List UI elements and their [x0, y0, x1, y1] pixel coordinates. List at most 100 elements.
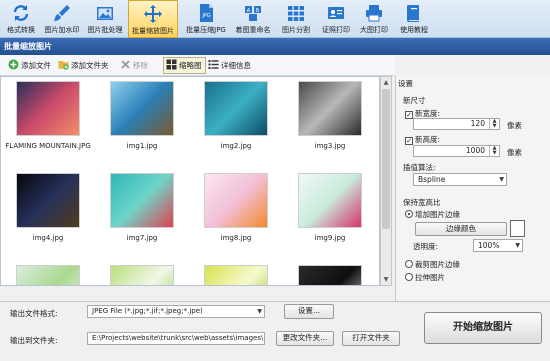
ribbon-label: 图片分割 — [282, 26, 310, 34]
new-width-input[interactable]: 120 ▲ ▼ — [413, 118, 500, 130]
add-file-button[interactable]: 添加文件 — [8, 58, 51, 73]
checkbox-checked-icon: ✓ — [405, 111, 413, 119]
ribbon-label: 证照打印 — [322, 26, 350, 34]
ribbon-batch-resize[interactable]: 批量缩放图片 — [128, 0, 178, 38]
remove-icon — [121, 60, 130, 69]
thumbnail-view-button[interactable]: 缩略图 — [163, 57, 206, 74]
thumbnail-caption: img8.jpg — [220, 234, 252, 242]
scrollbar-thumb[interactable] — [382, 89, 390, 229]
output-format-select[interactable]: JPEG File (*.jpg;*.jif;*.jpeg;*.jpe) ▼ — [87, 305, 265, 318]
id-card-icon — [328, 7, 344, 19]
ribbon-large-print[interactable]: 大图打印 — [356, 0, 392, 38]
add-file-label: 添加文件 — [21, 61, 51, 70]
thumbnail-item[interactable]: img8.jpg — [191, 173, 281, 242]
ribbon-label: 格式转换 — [7, 26, 35, 34]
ribbon-split[interactable]: 图片分割 — [276, 0, 316, 38]
scroll-down-icon[interactable]: ▼ — [382, 275, 390, 284]
ribbon-tutorial[interactable]: 使用教程 — [394, 0, 434, 38]
interp-select[interactable]: Bspline ▼ — [413, 173, 507, 186]
thumbnail-image — [16, 173, 80, 228]
brush-icon — [54, 5, 70, 21]
open-folder-button[interactable]: 打开文件夹 — [342, 331, 400, 346]
ribbon-toolbar: 格式转换 图片加水印 图片批处理 批量缩放图片 JPG 批量压缩JPG AB 着… — [0, 0, 550, 38]
transparency-select[interactable]: 100% ▼ — [473, 239, 523, 252]
thumbnail-item[interactable] — [191, 265, 281, 285]
border-color-button[interactable]: 边缘颜色 — [415, 222, 507, 236]
spinner-icon[interactable]: ▲ ▼ — [489, 146, 499, 156]
chevron-down-icon: ▼ — [257, 308, 262, 315]
ribbon-compress-jpg[interactable]: JPG 批量压缩JPG — [182, 0, 230, 38]
chevron-down-icon: ▼ — [499, 176, 504, 183]
thumbnail-caption: img3.jpg — [314, 142, 346, 150]
ribbon-watermark[interactable]: 图片加水印 — [42, 0, 82, 38]
crop-edge-radio[interactable]: 裁剪图片边缘 — [405, 259, 460, 270]
rename-icon: AB — [245, 6, 261, 21]
thumbnail-item[interactable]: img7.jpg — [97, 173, 187, 242]
grid-scrollbar[interactable]: ▲ ▼ — [380, 76, 392, 286]
stretch-radio[interactable]: 拉伸图片 — [405, 272, 445, 283]
output-folder-label: 输出到文件夹: — [10, 336, 58, 345]
thumbnail-item[interactable] — [97, 265, 187, 285]
thumbnail-item[interactable]: img3.jpg — [285, 81, 375, 150]
thumbnail-item[interactable]: FLAMING MOUNTAIN.JPG — [3, 81, 93, 150]
interp-value: Bspline — [418, 175, 446, 184]
thumbnail-image — [298, 265, 362, 285]
thumbnail-image — [110, 265, 174, 285]
resize-arrows-icon — [144, 5, 162, 23]
thumbnail-image — [204, 265, 268, 285]
ribbon-label: 着图重命名 — [235, 26, 271, 34]
add-border-radio[interactable]: 增加图片边缘 — [405, 209, 460, 220]
thumbnail-image — [110, 81, 174, 136]
new-width-label: 新宽度: — [415, 109, 441, 118]
image-list-toolbar: 添加文件 添加文件夹 移除 缩略图 详细信息 — [0, 55, 395, 76]
ribbon-id-print[interactable]: 证照打印 — [318, 0, 354, 38]
ribbon-rename[interactable]: AB 着图重命名 — [232, 0, 274, 38]
stretch-label: 拉伸图片 — [415, 273, 445, 282]
thumbnail-image — [16, 265, 80, 285]
svg-text:B: B — [256, 8, 260, 14]
output-format-label: 输出文件格式: — [10, 309, 58, 318]
thumbnail-item[interactable] — [285, 265, 375, 285]
keep-ratio-label: 保持宽高比 — [403, 198, 441, 207]
thumbnail-caption: img4.jpg — [32, 234, 64, 242]
book-icon — [407, 5, 419, 22]
thumbnail-item[interactable]: img9.jpg — [285, 173, 375, 242]
details-view-button[interactable]: 详细信息 — [208, 58, 251, 73]
new-size-group-label: 新尺寸 — [403, 96, 426, 105]
folder-add-icon — [58, 61, 69, 70]
ribbon-label: 批量压缩JPG — [186, 26, 226, 34]
thumbnail-item[interactable]: img2.jpg — [191, 81, 281, 150]
radio-unselected-icon — [405, 260, 413, 268]
remove-button[interactable]: 移除 — [120, 58, 148, 73]
border-color-swatch[interactable] — [510, 220, 525, 237]
chevron-down-icon: ▼ — [515, 242, 520, 249]
scroll-up-icon[interactable]: ▲ — [382, 78, 390, 87]
thumbnail-caption: img9.jpg — [314, 234, 346, 242]
thumbnail-image — [204, 81, 268, 136]
ribbon-label: 图片加水印 — [44, 26, 80, 34]
details-list-icon — [208, 60, 219, 69]
change-folder-button[interactable]: 更改文件夹... — [276, 331, 334, 346]
format-settings-button[interactable]: 设置... — [284, 304, 334, 319]
new-height-checkbox[interactable]: ✓ 新高度: — [405, 134, 440, 145]
thumbnail-image — [298, 173, 362, 228]
start-resize-button[interactable]: 开始缩放图片 — [424, 312, 542, 344]
ribbon-label: 图片批处理 — [87, 26, 123, 34]
ribbon-batch-process[interactable]: 图片批处理 — [84, 0, 126, 38]
remove-label: 移除 — [133, 61, 148, 70]
output-folder-input[interactable]: E:\Projects\website\trunk\src\web\assets… — [87, 332, 265, 345]
add-folder-label: 添加文件夹 — [71, 61, 109, 70]
ribbon-label: 大图打印 — [360, 26, 388, 34]
add-folder-button[interactable]: 添加文件夹 — [58, 58, 109, 73]
transparency-value: 100% — [478, 241, 500, 250]
spinner-icon[interactable]: ▲ ▼ — [489, 119, 499, 129]
add-border-label: 增加图片边缘 — [415, 210, 460, 219]
new-height-value: 1000 — [465, 146, 485, 155]
thumbnail-item[interactable] — [3, 265, 93, 285]
thumbnail-caption: FLAMING MOUNTAIN.JPG — [5, 142, 91, 150]
thumbnail-item[interactable]: img1.jpg — [97, 81, 187, 150]
thumbnail-grid: FLAMING MOUNTAIN.JPG img1.jpg img2.jpg img3… — [0, 76, 380, 286]
thumbnail-item[interactable]: img4.jpg — [3, 173, 93, 242]
ribbon-format-convert[interactable]: 格式转换 — [2, 0, 40, 38]
new-height-input[interactable]: 1000 ▲ ▼ — [413, 145, 500, 157]
